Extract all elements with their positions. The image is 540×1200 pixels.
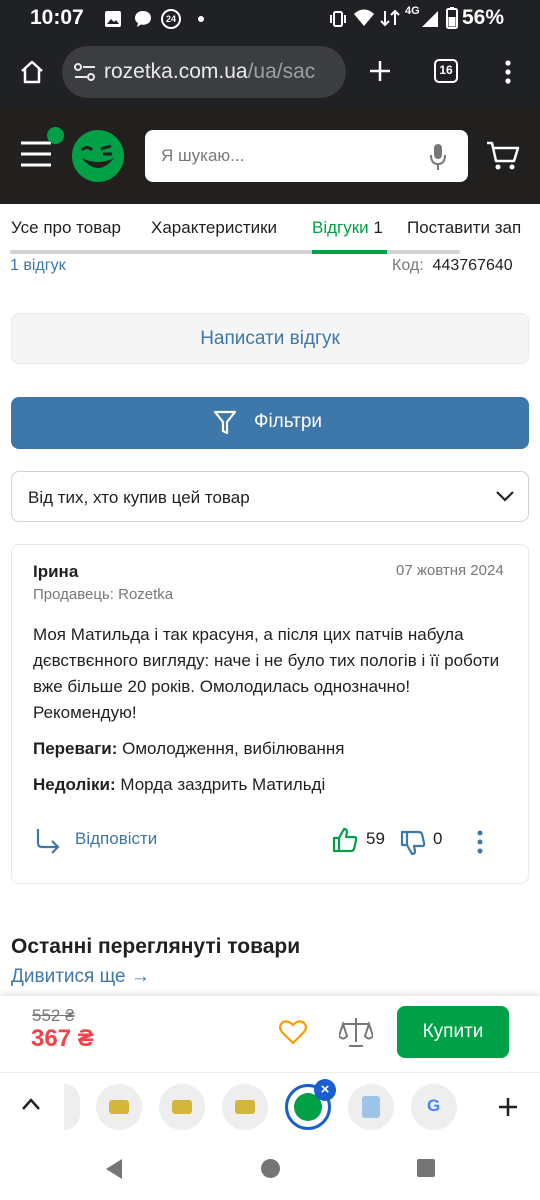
likes-count: 59 [366,829,385,848]
battery-icon [446,7,458,29]
product-code-value: 443767640 [432,257,513,274]
buy-button[interactable]: Купити [397,1006,509,1058]
tab-thumb-google[interactable]: G [411,1084,457,1130]
tabs-scrollbar [10,250,460,254]
heart-icon[interactable] [279,1019,307,1045]
thumbs-up-icon[interactable] [332,827,358,853]
rozetka-logo-icon[interactable] [70,128,126,184]
tab-thumb-1-icon [109,1100,129,1114]
cart-icon[interactable] [486,140,520,172]
new-tab-icon[interactable] [368,59,392,83]
review-more-icon[interactable] [476,830,484,854]
current-price: 367 ₴ [31,1025,94,1052]
recently-viewed-title: Останні переглянуті товари [11,935,301,958]
site-header: Я шукаю... [0,108,540,204]
buy-bar: 552 ₴ 367 ₴ Купити [0,996,540,1072]
reply-label: Відповісти [75,829,158,848]
home-icon[interactable] [18,58,46,86]
address-bar[interactable]: rozetka.com.ua/ua/sac [62,46,346,98]
tab-thumb-2[interactable] [159,1084,205,1130]
review-pros-value: Омолодження, вибілювання [122,739,345,758]
news-notification-icon: 24 [161,9,181,29]
recents-icon[interactable] [417,1159,435,1177]
status-bar: 10:07 24 4G 56% [0,0,540,36]
review-cons-label: Недоліки: [33,775,116,794]
browser-menu-icon[interactable] [498,58,518,86]
android-navigation-bar [0,1140,540,1200]
active-tab-indicator [312,250,387,254]
review-seller: Продавець: Rozetka [33,586,174,603]
battery-percent: 56% [462,6,505,29]
product-code: Код: 443767640 [392,257,513,275]
search-input[interactable]: Я шукаю... [145,130,468,182]
network-type: 4G [405,5,420,17]
search-placeholder: Я шукаю... [161,146,245,165]
tab-reviews-count: 1 [373,218,383,237]
review-card: Ірина 07 жовтня 2024 Продавець: Rozetka … [11,544,529,884]
compare-scales-icon[interactable] [339,1016,373,1048]
hamburger-menu-icon[interactable] [20,140,52,168]
tab-thumb-partial[interactable] [64,1084,80,1130]
tab-thumb-3[interactable] [222,1084,268,1130]
add-tab-icon[interactable] [498,1097,518,1117]
url-path: /ua/sac [247,60,316,83]
review-text: Моя Матильда і так красуня, а після цих … [33,625,500,722]
thumbs-down-icon[interactable] [400,830,426,856]
dislikes-count: 0 [433,829,443,848]
reviews-count-link[interactable]: 1 відгук [10,257,66,275]
tab-characteristics[interactable]: Характеристики [151,218,277,238]
tab-reviews[interactable]: Відгуки 1 [312,218,383,238]
chevron-up-icon[interactable] [21,1097,41,1111]
microphone-icon[interactable] [429,143,447,171]
vibrate-icon [330,11,346,27]
reply-arrow-icon [36,829,60,854]
chevron-down-icon [496,491,514,502]
filter-icon [214,410,236,435]
status-time: 10:07 [30,6,84,29]
wifi-icon [354,9,374,26]
filters-label: Фільтри [254,411,323,432]
home-button-icon[interactable] [261,1159,280,1178]
signal-icon [422,11,438,27]
review-cons-value: Морда заздрить Матильді [120,775,326,794]
back-icon[interactable] [104,1158,124,1180]
browser-tab-strip: × G [0,1072,540,1140]
tab-thumb-3-icon [235,1100,255,1114]
tab-thumb-1[interactable] [96,1084,142,1130]
data-arrows-icon [380,9,400,27]
tab-thumb-5[interactable] [348,1084,394,1130]
menu-badge-dot [47,127,64,144]
url-text: rozetka.com.ua/ua/sac [104,60,315,84]
chat-notification-icon [135,11,151,27]
url-domain: rozetka.com.ua [104,60,248,83]
review-author: Ірина [33,562,79,581]
tab-reviews-label: Відгуки [312,218,369,237]
product-code-label: Код: [392,257,424,274]
old-price: 552 ₴ [32,1006,75,1025]
tab-all-about[interactable]: Усе про товар [11,218,121,238]
google-icon: G [427,1096,441,1115]
product-tabs: Усе про товар Характеристики Відгуки 1 П… [0,204,540,256]
review-cons: Недоліки: Морда заздрить Матильді [33,772,325,798]
browser-toolbar: rozetka.com.ua/ua/sac 16 [0,36,540,108]
review-date: 07 жовтня 2024 [396,562,504,579]
tab-thumb-2-icon [172,1100,192,1114]
reply-button[interactable]: Відповісти [34,827,184,857]
review-filter-value: Від тих, хто купив цей товар [28,488,250,507]
site-settings-icon[interactable] [74,62,96,82]
write-review-button[interactable]: Написати відгук [11,313,529,364]
see-more-link[interactable]: Дивитися ще → [11,966,150,988]
close-tab-icon[interactable]: × [314,1079,336,1101]
tab-thumb-5-icon [362,1096,380,1118]
more-notifications-dot [198,16,204,22]
review-filter-select[interactable]: Від тих, хто купив цей товар [11,471,529,522]
review-pros-label: Переваги: [33,739,118,758]
tab-ask-question[interactable]: Поставити зап [407,218,521,238]
review-pros: Переваги: Омолодження, вибілювання [33,736,344,762]
gallery-notification-icon [105,11,121,27]
tab-count-button[interactable]: 16 [434,59,458,83]
filters-button[interactable]: Фільтри [11,397,529,449]
